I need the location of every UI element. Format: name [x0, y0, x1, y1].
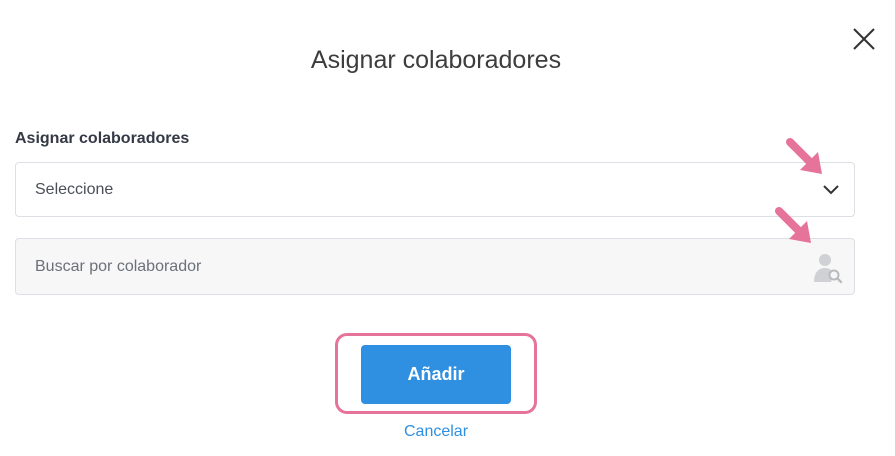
select-value: Seleccione: [35, 181, 114, 198]
chevron-down-icon: [823, 185, 839, 195]
pointer-arrow-icon: [786, 138, 822, 174]
collaborators-field-label: Asignar colaboradores: [15, 130, 190, 147]
collaborators-select[interactable]: Seleccione: [15, 162, 855, 217]
person-search-icon[interactable]: [813, 252, 843, 284]
dialog-title: Asignar colaboradores: [310, 46, 562, 74]
collaborator-search-input[interactable]: [16, 239, 796, 294]
cancel-link[interactable]: Cancelar: [0, 423, 872, 441]
pointer-arrow-icon: [775, 207, 811, 243]
add-button[interactable]: Añadir: [361, 345, 511, 404]
collaborator-search-field[interactable]: [15, 238, 855, 295]
